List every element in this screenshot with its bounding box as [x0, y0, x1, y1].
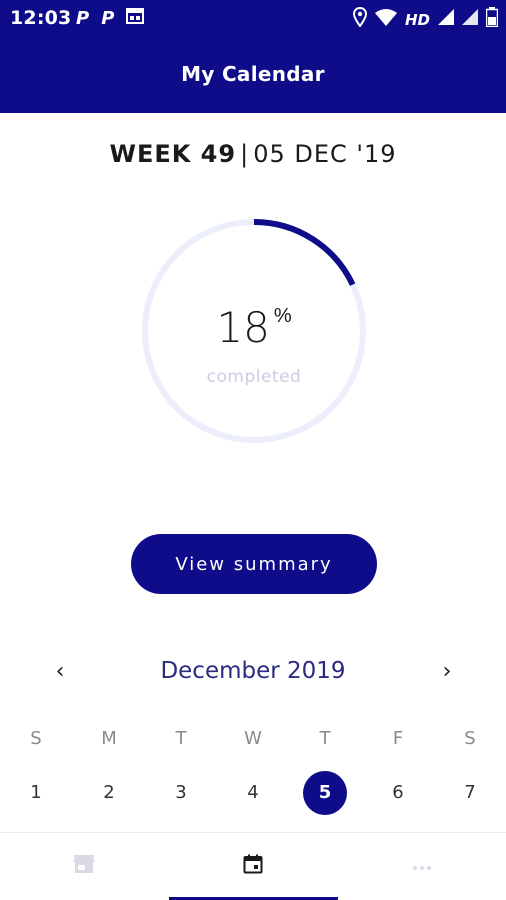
month-navigation: ‹ December 2019 › [0, 648, 506, 694]
calendar-day[interactable]: 6 [376, 771, 420, 815]
calendar-day[interactable]: 7 [448, 771, 492, 815]
week-days: 1 2 3 4 5 6 7 [0, 771, 506, 815]
progress-value: 18% [140, 303, 368, 352]
app-title: My Calendar [181, 61, 325, 86]
store-icon [73, 854, 95, 879]
p-notification-icon: P [76, 8, 90, 29]
signal-icon [462, 9, 478, 30]
current-date: 05 DEC '19 [253, 140, 397, 168]
weekday-label: M [101, 728, 117, 749]
chevron-right-icon[interactable]: › [432, 656, 462, 686]
weekday-label: T [175, 728, 187, 749]
more-horizontal-icon [412, 858, 432, 876]
calendar-icon [243, 854, 263, 879]
location-icon [352, 6, 367, 32]
progress-percent: 18 [216, 303, 270, 352]
tab-store[interactable] [0, 833, 168, 900]
battery-icon [485, 7, 499, 32]
weekday-label: T [319, 728, 331, 749]
month-label: December 2019 [160, 658, 346, 684]
week-header: WEEK 49 | 05 DEC '19 [0, 140, 506, 168]
calendar-day[interactable]: 2 [87, 771, 131, 815]
signal-icon [438, 9, 454, 30]
week-number: WEEK 49 [109, 140, 237, 168]
system-icons: HD [352, 6, 499, 32]
hd-label: HD [404, 10, 430, 29]
progress-caption: completed [206, 367, 302, 387]
calendar-day[interactable]: 1 [14, 771, 58, 815]
week-separator: | [240, 140, 250, 168]
progress-ring: 18% completed [140, 217, 368, 445]
weekday-label: S [464, 728, 476, 749]
notification-icons: P P [76, 8, 145, 29]
weekday-label: F [392, 728, 404, 749]
p-notification-icon: P [101, 8, 115, 29]
weekday-label: S [30, 728, 42, 749]
wifi-icon [374, 8, 397, 31]
calendar-day-selected[interactable]: 5 [303, 771, 347, 815]
app-bar: My Calendar [0, 36, 506, 113]
bottom-navigation [0, 833, 506, 900]
calendar-day[interactable]: 4 [231, 771, 275, 815]
weekday-label: W [244, 728, 262, 749]
calendar-day[interactable]: 3 [159, 771, 203, 815]
tab-more[interactable] [338, 833, 506, 900]
percent-sign: % [273, 305, 292, 327]
calendar-notification-icon [126, 8, 145, 29]
status-time: 12:03 [10, 7, 72, 29]
weekday-header: S M T W T F S [0, 728, 506, 752]
tab-calendar[interactable] [169, 833, 337, 900]
status-bar: 12:03 P P HD [0, 0, 506, 36]
view-summary-button[interactable]: View summary [131, 534, 377, 594]
